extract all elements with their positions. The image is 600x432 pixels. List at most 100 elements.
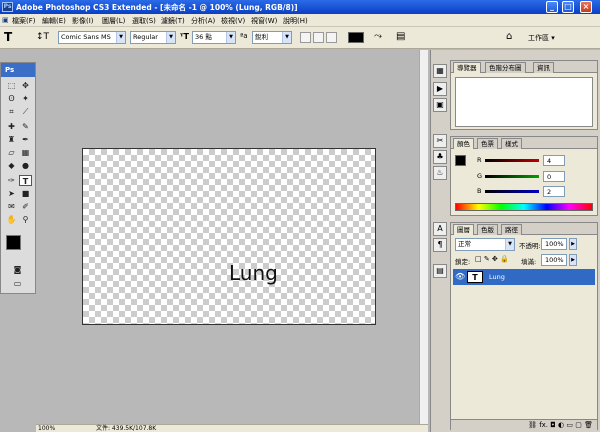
layer-mask-icon[interactable]: ◘ <box>550 421 556 429</box>
blend-mode-select[interactable]: 正常 ▼ <box>455 238 515 251</box>
pen-tool-icon[interactable]: ✑ <box>5 175 18 186</box>
g-slider[interactable] <box>485 175 539 178</box>
tab-navigator[interactable]: 導覽器 <box>453 62 481 73</box>
text-color-swatch[interactable] <box>348 32 364 43</box>
menu-help[interactable]: 說明(H) <box>283 16 308 26</box>
layer-style-icon[interactable]: fx. <box>539 421 548 429</box>
hand-tool-icon[interactable]: ✋ <box>5 214 18 225</box>
brush-tool-icon[interactable]: ✎ <box>19 121 32 132</box>
tab-channels[interactable]: 色版 <box>477 224 498 235</box>
history-brush-tool-icon[interactable]: ✒ <box>19 134 32 145</box>
tab-histogram[interactable]: 色階分布圖 <box>485 62 526 73</box>
align-center-icon[interactable] <box>313 32 324 43</box>
dodge-tool-icon[interactable]: ● <box>19 160 32 171</box>
delete-layer-icon[interactable]: 🗑 <box>584 421 593 429</box>
screen-mode-icon[interactable]: ▭ <box>11 278 24 289</box>
tab-layers[interactable]: 圖層 <box>453 224 474 235</box>
notes-tool-icon[interactable]: ✉ <box>5 201 18 212</box>
align-left-icon[interactable] <box>300 32 311 43</box>
fill-arrow-icon[interactable]: ▶ <box>569 254 577 266</box>
layer-visibility-icon[interactable]: 👁 <box>455 272 465 281</box>
b-value-input[interactable]: 2 <box>543 186 565 197</box>
r-value-input[interactable]: 4 <box>543 155 565 166</box>
new-layer-icon[interactable]: ▢ <box>575 421 582 429</box>
tab-color[interactable]: 顏色 <box>453 138 474 149</box>
move-tool-icon[interactable]: ✥ <box>19 80 32 91</box>
character-panel-icon[interactable]: A <box>433 222 447 236</box>
paragraph-panel-icon[interactable]: ¶ <box>433 238 447 252</box>
crop-tool-icon[interactable]: ⌗ <box>5 106 18 117</box>
minimize-button[interactable]: _ <box>546 1 558 13</box>
layer-name[interactable]: Lung <box>489 273 505 281</box>
blur-tool-icon[interactable]: ◆ <box>5 160 18 171</box>
color-spectrum-bar[interactable] <box>455 203 593 211</box>
r-slider[interactable] <box>485 159 539 162</box>
warp-text-icon[interactable]: ⤳ <box>374 31 382 42</box>
menu-select[interactable]: 選取(S) <box>132 16 156 26</box>
lock-icons[interactable]: □ ✎ ✥ 🔒 <box>475 255 509 263</box>
menu-window[interactable]: 視窗(W) <box>251 16 277 26</box>
font-size-select[interactable]: 36 點 ▼ <box>192 31 236 44</box>
zoom-tool-icon[interactable]: ⚲ <box>19 214 32 225</box>
menu-image[interactable]: 影像(I) <box>72 16 94 26</box>
path-selection-tool-icon[interactable]: ➤ <box>5 188 18 199</box>
eyedropper-tool-icon[interactable]: ✐ <box>19 201 32 212</box>
font-family-select[interactable]: Comic Sans MS ▼ <box>58 31 126 44</box>
tab-swatches[interactable]: 色票 <box>477 138 498 149</box>
eraser-tool-icon[interactable]: ▱ <box>5 147 18 158</box>
type-tool-preset[interactable]: T <box>4 30 12 44</box>
lasso-tool-icon[interactable]: ʘ <box>5 93 18 104</box>
history-panel-icon[interactable]: ▦ <box>433 64 447 78</box>
maximize-button[interactable]: □ <box>562 1 574 13</box>
quick-mask-icon[interactable]: ◙ <box>11 264 24 275</box>
healing-brush-tool-icon[interactable]: ✚ <box>5 121 18 132</box>
menu-layer[interactable]: 圖層(L) <box>102 16 125 26</box>
clone-stamp-tool-icon[interactable]: ♜ <box>5 134 18 145</box>
g-value-input[interactable]: 0 <box>543 171 565 182</box>
tool-presets-icon[interactable]: ♣ <box>433 150 447 164</box>
close-button[interactable]: × <box>580 1 592 13</box>
text-orientation-icon[interactable]: ↕T <box>36 32 49 42</box>
zoom-level[interactable]: 100% <box>38 425 55 432</box>
vertical-scrollbar[interactable] <box>419 50 428 424</box>
menu-analysis[interactable]: 分析(A) <box>191 16 215 26</box>
tab-info[interactable]: 資訊 <box>533 62 554 73</box>
magic-wand-tool-icon[interactable]: ✦ <box>19 93 32 104</box>
workspace-button[interactable]: 工作區 ▾ <box>528 33 555 43</box>
menu-app-icon[interactable]: ▣ <box>2 16 9 24</box>
opacity-arrow-icon[interactable]: ▶ <box>569 238 577 250</box>
menu-file[interactable]: 檔案(F) <box>12 16 36 26</box>
type-tool-icon[interactable]: T <box>19 175 32 186</box>
brushes-panel-icon[interactable]: ✂ <box>433 134 447 148</box>
opacity-input[interactable]: 100% <box>541 238 567 250</box>
antialias-select[interactable]: 銳利 ▼ <box>252 31 292 44</box>
foreground-color-swatch[interactable] <box>6 235 21 250</box>
menu-edit[interactable]: 編輯(E) <box>42 16 66 26</box>
adjustment-layer-icon[interactable]: ◐ <box>558 421 564 429</box>
color-fg-swatch[interactable] <box>455 155 466 166</box>
clone-source-icon[interactable]: ♨ <box>433 166 447 180</box>
palettes-toggle-icon[interactable]: ▤ <box>396 31 405 42</box>
brushes-icon[interactable]: ⌂ <box>506 31 512 42</box>
gradient-tool-icon[interactable]: ▦ <box>19 147 32 158</box>
slice-tool-icon[interactable]: ⟋ <box>19 106 32 117</box>
font-style-select[interactable]: Regular ▼ <box>130 31 176 44</box>
canvas-text-layer[interactable]: Lung <box>229 261 278 285</box>
actions-panel-icon[interactable]: ▶ <box>433 82 447 96</box>
menu-filter[interactable]: 濾鏡(T) <box>161 16 185 26</box>
fill-input[interactable]: 100% <box>541 254 567 266</box>
b-slider[interactable] <box>485 190 539 193</box>
menu-view[interactable]: 檢視(V) <box>221 16 245 26</box>
link-layers-icon[interactable]: ⛓ <box>528 421 537 429</box>
tab-paths[interactable]: 路徑 <box>501 224 522 235</box>
layer-comps-icon[interactable]: ▣ <box>433 98 447 112</box>
info-panel-icon[interactable]: ▤ <box>433 264 447 278</box>
marquee-tool-icon[interactable]: ⬚ <box>5 80 18 91</box>
layer-row-lung[interactable]: 👁 T Lung <box>453 269 595 285</box>
tab-styles[interactable]: 樣式 <box>501 138 522 149</box>
document-canvas[interactable]: Lung <box>82 148 376 325</box>
new-group-icon[interactable]: ▭ <box>566 421 573 429</box>
align-right-icon[interactable] <box>326 32 337 43</box>
navigator-preview[interactable] <box>455 77 593 127</box>
rectangle-tool-icon[interactable]: ■ <box>19 188 32 199</box>
